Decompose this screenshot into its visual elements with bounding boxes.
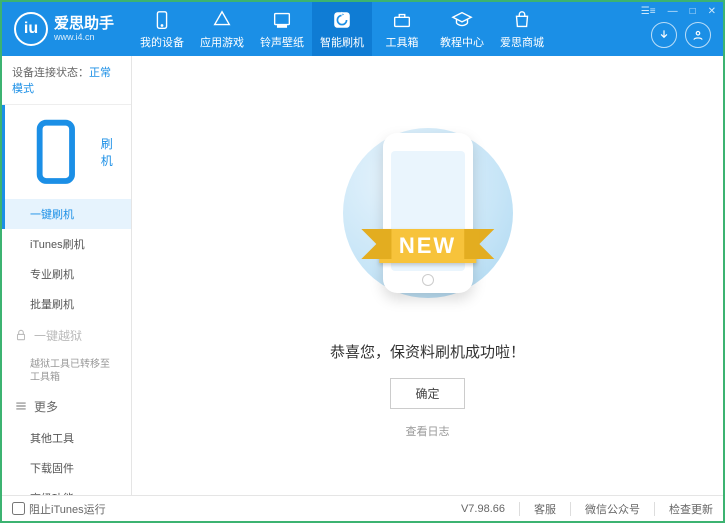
toolbox-icon [391, 9, 413, 31]
version-label: V7.98.66 [461, 503, 505, 515]
phone-icon [17, 113, 95, 191]
body: 设备连接状态：正常模式 刷机 一键刷机 iTunes刷机 专业刷机 批量刷机 一… [2, 56, 723, 495]
sidebar-item-firmware[interactable]: 下载固件 [2, 453, 131, 483]
sidebar-section-more[interactable]: 更多 [2, 390, 131, 423]
app-window: ☰≡ — □ ✕ iu 爱思助手 www.i4.cn 我的设备 应用游戏 铃声壁 [0, 0, 725, 523]
refresh-icon [331, 9, 353, 31]
sidebar-section-jailbreak[interactable]: 一键越狱 [2, 319, 131, 352]
sidebar-item-itunes[interactable]: iTunes刷机 [2, 229, 131, 259]
sidebar-section-flash[interactable]: 刷机 [2, 105, 131, 199]
sidebar-item-advanced[interactable]: 高级功能 [2, 483, 131, 495]
minimize-icon[interactable]: — [665, 4, 681, 19]
statusbar: 阻止iTunes运行 V7.98.66 客服 微信公众号 检查更新 [2, 495, 723, 521]
nav-flash[interactable]: 智能刷机 [312, 2, 372, 56]
sidebar-item-other[interactable]: 其他工具 [2, 423, 131, 453]
success-message: 恭喜您，保资料刷机成功啦！ [330, 341, 525, 362]
app-name: 爱思助手 [54, 16, 114, 33]
device-status: 设备连接状态：正常模式 [2, 56, 131, 105]
nav-tutorial[interactable]: 教程中心 [432, 2, 492, 56]
close-icon[interactable]: ✕ [705, 4, 719, 19]
view-log-link[interactable]: 查看日志 [406, 423, 450, 439]
window-controls: ☰≡ — □ ✕ [638, 4, 719, 19]
device-icon [151, 9, 173, 31]
maximize-icon[interactable]: □ [687, 4, 699, 19]
wallpaper-icon [271, 9, 293, 31]
jailbreak-note: 越狱工具已转移至 工具箱 [2, 352, 131, 390]
update-link[interactable]: 检查更新 [669, 501, 713, 517]
nav-my-device[interactable]: 我的设备 [132, 2, 192, 56]
header-actions [651, 22, 711, 48]
titlebar: ☰≡ — □ ✕ iu 爱思助手 www.i4.cn 我的设备 应用游戏 铃声壁 [2, 2, 723, 56]
sidebar-item-pro[interactable]: 专业刷机 [2, 259, 131, 289]
sidebar-item-batch[interactable]: 批量刷机 [2, 289, 131, 319]
download-button[interactable] [651, 22, 677, 48]
app-url: www.i4.cn [54, 32, 114, 42]
nav-store[interactable]: 爱思商城 [492, 2, 552, 56]
nav-toolbox[interactable]: 工具箱 [372, 2, 432, 56]
top-nav: 我的设备 应用游戏 铃声壁纸 智能刷机 工具箱 教程中心 [132, 2, 723, 56]
apps-icon [211, 9, 233, 31]
support-link[interactable]: 客服 [534, 501, 556, 517]
lock-icon [14, 328, 28, 342]
nav-apps[interactable]: 应用游戏 [192, 2, 252, 56]
ok-button[interactable]: 确定 [390, 378, 464, 409]
sidebar-item-oneclick[interactable]: 一键刷机 [2, 199, 131, 229]
success-illustration: NEW [328, 113, 528, 313]
block-itunes-checkbox[interactable]: 阻止iTunes运行 [12, 501, 106, 517]
new-ribbon: NEW [379, 229, 476, 263]
logo-icon: iu [14, 12, 48, 46]
menu-icon[interactable]: ☰≡ [638, 4, 659, 19]
store-icon [511, 9, 533, 31]
graduation-icon [451, 9, 473, 31]
sidebar: 设备连接状态：正常模式 刷机 一键刷机 iTunes刷机 专业刷机 批量刷机 一… [2, 56, 132, 495]
main-content: NEW 恭喜您，保资料刷机成功啦！ 确定 查看日志 [132, 56, 723, 495]
logo: iu 爱思助手 www.i4.cn [2, 12, 132, 46]
nav-ringtone[interactable]: 铃声壁纸 [252, 2, 312, 56]
menu-lines-icon [14, 399, 28, 413]
user-button[interactable] [685, 22, 711, 48]
wechat-link[interactable]: 微信公众号 [585, 501, 640, 517]
